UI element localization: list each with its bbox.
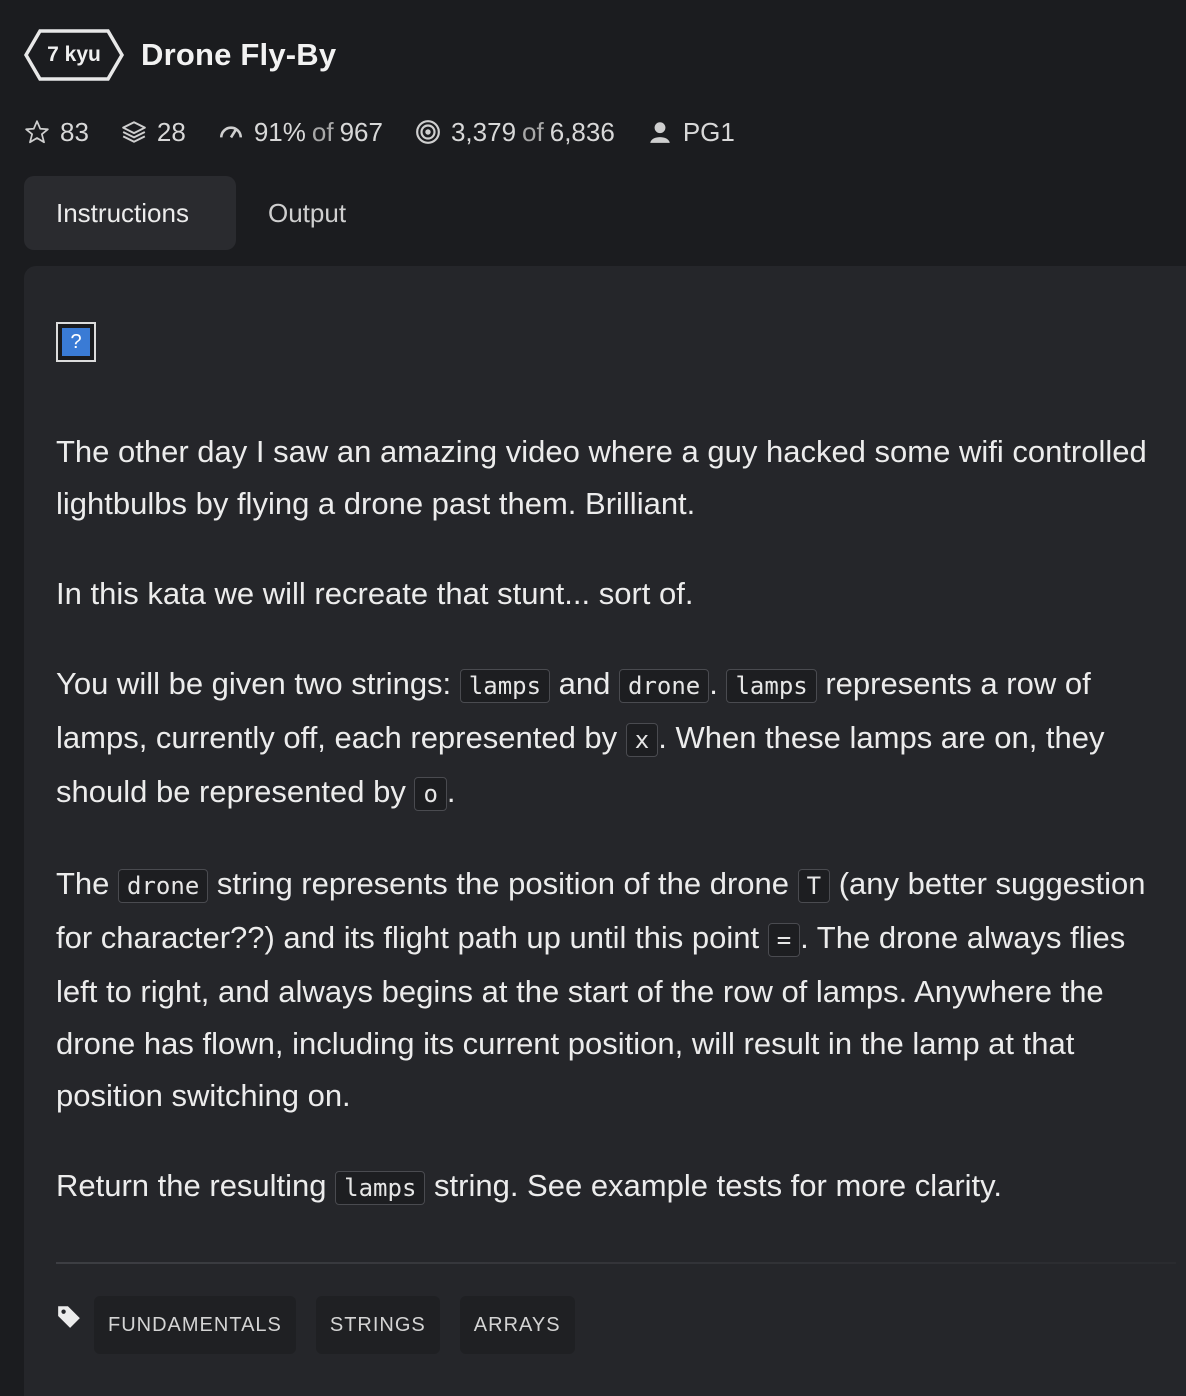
paragraph: You will be given two strings: lamps and… (56, 658, 1156, 820)
stars-stat[interactable]: 83 (24, 117, 89, 148)
target-icon (416, 120, 440, 144)
text: . (709, 666, 727, 701)
text: string. See example tests for more clari… (425, 1168, 1002, 1203)
completed-count: 3,379 (450, 116, 517, 147)
collections-stat[interactable]: 28 (121, 117, 186, 148)
stars-count: 83 (60, 116, 89, 147)
paragraph: In this kata we will recreate that stunt… (56, 576, 694, 611)
text: and (550, 666, 619, 701)
tag-icon (58, 1306, 80, 1328)
description: The other day I saw an amazing video whe… (56, 426, 1156, 1252)
inline-code: lamps (726, 669, 817, 703)
text: Return the resulting (56, 1168, 336, 1203)
satisfaction-of-label: of (311, 116, 334, 147)
completed-stat: 3,379 of 6,836 (415, 117, 615, 148)
kata-title: Drone Fly-By (141, 37, 337, 72)
text: The (56, 866, 119, 901)
layers-icon (122, 121, 146, 143)
user-icon (650, 122, 670, 143)
author-name[interactable]: PG1 (683, 117, 735, 148)
tab-output[interactable]: Output (236, 176, 378, 250)
completed-total: 6,836 (549, 116, 615, 147)
kata-stats: 83 28 91% of 967 3,379 of 6,836 PG1 (24, 110, 767, 154)
inline-code: drone (118, 869, 209, 903)
tag-fundamentals[interactable]: FUNDAMENTALS (94, 1296, 296, 1354)
broken-image-icon: ? (56, 322, 96, 362)
completed-of-label: of (522, 116, 544, 147)
gauge-icon (219, 126, 242, 139)
satisfaction-percent: 91% (253, 116, 306, 147)
inline-code: = (767, 923, 801, 957)
inline-code: x (625, 723, 659, 757)
tag-strings[interactable]: STRINGS (315, 1296, 440, 1354)
image-placeholder: ? (62, 328, 90, 356)
inline-code: drone (619, 669, 710, 703)
text: . (446, 774, 456, 809)
inline-code: lamps (459, 669, 551, 703)
rank-badge: 7 kyu (24, 27, 124, 83)
inline-code: lamps (335, 1171, 426, 1205)
paragraph: The other day I saw an amazing video whe… (56, 434, 1147, 521)
kata-header: 7 kyu Drone Fly-By (24, 26, 336, 84)
satisfaction-total: 967 (339, 116, 383, 147)
inline-code: o (414, 777, 447, 811)
author-stat[interactable]: PG1 (647, 117, 735, 148)
star-icon (25, 120, 49, 144)
divider (56, 1262, 1176, 1264)
satisfaction-stat: 91% of 967 (218, 117, 383, 148)
text: You will be given two strings: (56, 666, 460, 701)
tab-bar: Instructions Output (24, 176, 378, 250)
text: string represents the position of the dr… (208, 866, 798, 901)
inline-code: T (797, 869, 831, 903)
tag-arrays[interactable]: ARRAYS (459, 1296, 575, 1354)
paragraph: Return the resulting lamps string. See e… (56, 1160, 1156, 1214)
rank-label: 7 kyu (47, 43, 101, 66)
tab-instructions[interactable]: Instructions (24, 176, 236, 250)
paragraph: The drone string represents the position… (56, 858, 1156, 1122)
instructions-panel: ? The other day I saw an amazing video w… (24, 266, 1186, 1396)
tag-list: FUNDAMENTALS STRINGS ARRAYS (56, 1296, 595, 1354)
collections-count: 28 (156, 116, 186, 147)
